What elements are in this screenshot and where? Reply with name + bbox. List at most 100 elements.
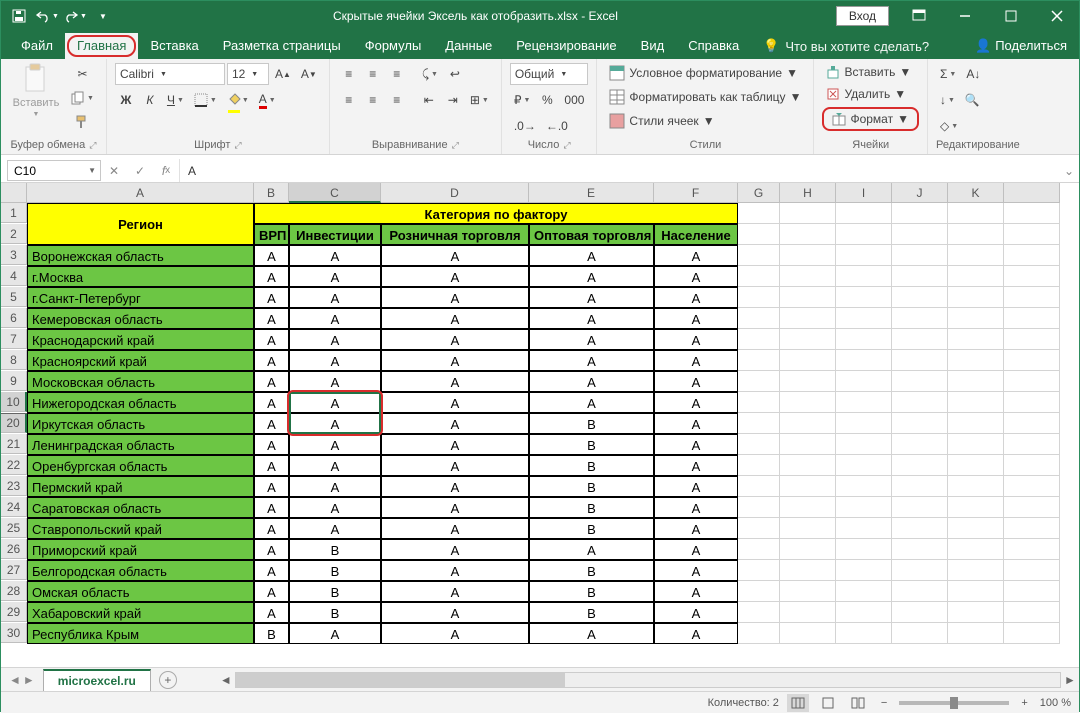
shrink-font-button[interactable]: A▼ bbox=[297, 63, 321, 85]
tab-help[interactable]: Справка bbox=[676, 33, 751, 59]
scroll-left-icon[interactable]: ◄ bbox=[217, 673, 235, 687]
number-format-combo[interactable]: Общий▼ bbox=[510, 63, 588, 85]
column-header[interactable]: K bbox=[948, 183, 1004, 203]
cut-button[interactable]: ✂ bbox=[67, 63, 98, 85]
row-header[interactable]: 20 bbox=[1, 413, 27, 433]
sheet-tab[interactable]: microexcel.ru bbox=[43, 669, 151, 691]
horizontal-scrollbar[interactable]: ◄ ► bbox=[217, 672, 1079, 688]
tab-data[interactable]: Данные bbox=[433, 33, 504, 59]
insert-cells-button[interactable]: Вставить▼ bbox=[822, 63, 915, 81]
tab-review[interactable]: Рецензирование bbox=[504, 33, 628, 59]
indent-decrease[interactable]: ⇤ bbox=[418, 89, 440, 111]
sheet-prev-icon[interactable]: ◄ bbox=[9, 673, 21, 687]
zoom-out-button[interactable]: − bbox=[877, 697, 891, 709]
qat-customize-icon[interactable]: ▼ bbox=[91, 4, 115, 28]
enter-formula-button[interactable]: ✓ bbox=[127, 159, 153, 182]
formula-expand-button[interactable]: ⌄ bbox=[1059, 159, 1079, 182]
minimize-icon[interactable] bbox=[943, 1, 987, 31]
tab-formulas[interactable]: Формулы bbox=[353, 33, 434, 59]
tab-file[interactable]: Файл bbox=[9, 33, 65, 59]
chevron-down-icon[interactable]: ▼ bbox=[84, 166, 100, 175]
underline-button[interactable]: Ч▼ bbox=[163, 89, 188, 111]
formula-input[interactable]: А bbox=[180, 159, 1059, 182]
column-header[interactable]: H bbox=[780, 183, 836, 203]
row-header[interactable]: 29 bbox=[1, 602, 27, 622]
column-header[interactable]: I bbox=[836, 183, 892, 203]
orientation-button[interactable]: ⤹▼ bbox=[418, 63, 442, 85]
row-header[interactable]: 5 bbox=[1, 287, 27, 307]
row-header[interactable]: 25 bbox=[1, 518, 27, 538]
column-header[interactable]: C bbox=[289, 183, 381, 203]
grid[interactable]: ABCDEFGHIJK1РегионКатегория по фактору2В… bbox=[1, 183, 1079, 667]
grow-font-button[interactable]: A▲ bbox=[271, 63, 295, 85]
undo-icon[interactable]: ▼ bbox=[35, 4, 59, 28]
align-right[interactable]: ≡ bbox=[386, 89, 408, 111]
row-header[interactable]: 24 bbox=[1, 497, 27, 517]
row-header[interactable]: 22 bbox=[1, 455, 27, 475]
row-header[interactable]: 30 bbox=[1, 623, 27, 643]
merge-button[interactable]: ⊞▼ bbox=[466, 89, 493, 111]
format-painter-button[interactable] bbox=[67, 111, 98, 133]
column-header[interactable]: B bbox=[254, 183, 289, 203]
increase-decimal[interactable]: .0→ bbox=[510, 115, 540, 137]
cancel-formula-button[interactable]: ✕ bbox=[101, 159, 127, 182]
sort-filter-button[interactable]: A↓ bbox=[962, 63, 984, 85]
comma-button[interactable]: 000 bbox=[560, 89, 588, 111]
row-header[interactable]: 23 bbox=[1, 476, 27, 496]
font-launcher[interactable]: ⤢ bbox=[234, 140, 241, 151]
row-header[interactable]: 21 bbox=[1, 434, 27, 454]
alignment-launcher[interactable]: ⤢ bbox=[452, 140, 459, 151]
row-header[interactable]: 27 bbox=[1, 560, 27, 580]
font-name-combo[interactable]: Calibri▼ bbox=[115, 63, 225, 85]
add-sheet-button[interactable]: + bbox=[159, 671, 177, 689]
column-header[interactable]: A bbox=[27, 183, 254, 203]
row-header[interactable]: 26 bbox=[1, 539, 27, 559]
column-header[interactable]: F bbox=[654, 183, 738, 203]
row-header[interactable]: 8 bbox=[1, 350, 27, 370]
sheet-next-icon[interactable]: ► bbox=[23, 673, 35, 687]
font-size-combo[interactable]: 12▼ bbox=[227, 63, 269, 85]
tell-me-input[interactable]: 💡Что вы хотите сделать? bbox=[751, 33, 941, 59]
align-center[interactable]: ≡ bbox=[362, 89, 384, 111]
view-page-break-button[interactable] bbox=[847, 694, 869, 712]
column-header[interactable]: G bbox=[738, 183, 780, 203]
column-header[interactable]: J bbox=[892, 183, 948, 203]
row-header[interactable]: 3 bbox=[1, 245, 27, 265]
align-left[interactable]: ≡ bbox=[338, 89, 360, 111]
view-normal-button[interactable] bbox=[787, 694, 809, 712]
scroll-right-icon[interactable]: ► bbox=[1061, 673, 1079, 687]
name-box[interactable]: C10▼ bbox=[7, 160, 101, 181]
redo-icon[interactable]: ▼ bbox=[63, 4, 87, 28]
copy-button[interactable]: ▼ bbox=[67, 87, 98, 109]
font-color-button[interactable]: А▼ bbox=[255, 89, 280, 111]
currency-button[interactable]: ₽▼ bbox=[510, 89, 535, 111]
paste-button[interactable]: Вставить▼ bbox=[9, 63, 63, 118]
number-launcher[interactable]: ⤢ bbox=[563, 140, 570, 151]
tab-home[interactable]: Главная bbox=[65, 33, 138, 59]
italic-button[interactable]: К bbox=[139, 89, 161, 111]
maximize-icon[interactable] bbox=[989, 1, 1033, 31]
clipboard-launcher[interactable]: ⤢ bbox=[89, 140, 96, 151]
row-header[interactable]: 6 bbox=[1, 308, 27, 328]
row-header[interactable]: 4 bbox=[1, 266, 27, 286]
clear-button[interactable]: ◇▼ bbox=[936, 115, 962, 137]
zoom-in-button[interactable]: + bbox=[1017, 697, 1031, 709]
delete-cells-button[interactable]: Удалить▼ bbox=[822, 85, 910, 103]
wrap-text-button[interactable]: ↩ bbox=[444, 63, 466, 85]
fill-button[interactable]: ↓▼ bbox=[936, 89, 959, 111]
column-header[interactable]: D bbox=[381, 183, 529, 203]
format-cells-button[interactable]: Формат▼ bbox=[828, 110, 913, 128]
row-header[interactable]: 9 bbox=[1, 371, 27, 391]
column-header[interactable]: E bbox=[529, 183, 654, 203]
autosum-button[interactable]: Σ▼ bbox=[936, 63, 960, 85]
cell-styles-button[interactable]: Стили ячеек▼ bbox=[605, 111, 718, 131]
fx-button[interactable]: fx bbox=[153, 159, 179, 182]
ribbon-options-icon[interactable] bbox=[897, 1, 941, 31]
row-header[interactable]: 10 bbox=[1, 392, 27, 412]
tab-view[interactable]: Вид bbox=[629, 33, 677, 59]
format-as-table-button[interactable]: Форматировать как таблицу▼ bbox=[605, 87, 805, 107]
tab-layout[interactable]: Разметка страницы bbox=[211, 33, 353, 59]
align-middle[interactable]: ≡ bbox=[362, 63, 384, 85]
share-button[interactable]: 👤Поделиться bbox=[963, 33, 1079, 59]
fill-color-button[interactable]: ▼ bbox=[223, 89, 253, 111]
